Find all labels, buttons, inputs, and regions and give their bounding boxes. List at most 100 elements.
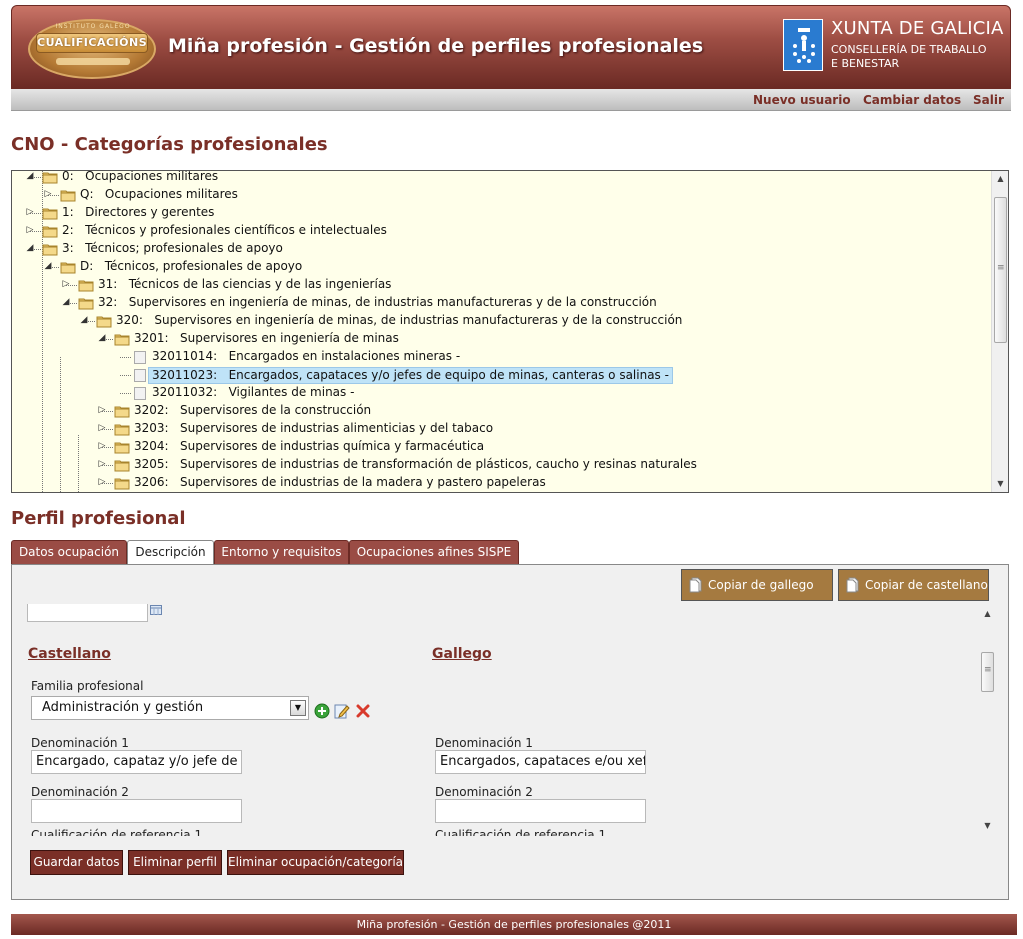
expand-arrow-icon[interactable]: ▷ [96,424,108,433]
new-user-link[interactable]: Nuevo usuario [753,93,851,107]
form-scrollbar[interactable]: ▲ ▼ [979,604,996,836]
delete-icon[interactable] [355,703,371,719]
tree-folder-item[interactable]: ◢ 3201: Supervisores en ingeniería de min… [99,330,399,348]
tab-descripcion[interactable]: Descripción [127,540,214,565]
scroll-up-arrow-icon[interactable]: ▲ [992,171,1008,187]
date-field[interactable] [27,604,148,622]
tree-folder-item[interactable]: ▷ 3202: Supervisores de la construcción [99,402,371,420]
galicia-emblem-icon [783,19,823,71]
tree-item-label: 32011014: Encargados en instalaciones mi… [152,349,461,363]
delete-occupation-button[interactable]: Eliminar ocupación/categoría [227,850,404,875]
tree-leaf-item[interactable]: 32011014: Encargados en instalaciones mi… [132,348,460,366]
expand-arrow-icon[interactable]: ▷ [96,442,108,451]
calendar-icon[interactable] [150,605,162,615]
denom2-gl-label: Denominación 2 [435,785,533,799]
denom1-gl-input[interactable]: Encargados, capataces e/ou xefes de equi… [435,750,646,774]
tree-folder-item[interactable]: ◢ 32: Supervisores en ingeniería de minas… [63,294,657,312]
expand-arrow-icon[interactable]: ▷ [60,280,72,289]
folder-icon [60,259,76,274]
tree-folder-item[interactable]: ▷ 3206: Supervisores de industrias de la … [99,474,546,492]
form-scroll-thumb[interactable] [981,652,994,692]
folder-icon [114,439,130,454]
expand-arrow-icon[interactable]: ▷ [96,460,108,469]
tree-folder-item[interactable]: ◢ 3: Técnicos; profesionales de apoyo [27,240,283,258]
tree-item-label: 31: Técnicos de las ciencias y de las in… [98,277,392,291]
collapse-arrow-icon[interactable]: ◢ [78,316,90,325]
collapse-arrow-icon[interactable]: ◢ [96,334,108,343]
change-data-link[interactable]: Cambiar datos [863,93,961,107]
document-icon [132,368,148,382]
tree-item-label: 32011023: Encargados, capataces y/o jefe… [148,367,673,384]
folder-icon [42,171,58,184]
tree-item-label: 1: Directores y gerentes [62,205,215,219]
tree-item-label: 320: Supervisores en ingeniería de minas… [116,313,683,327]
tree-leaf-item[interactable]: 32011023: Encargados, capataces y/o jefe… [132,366,673,384]
family-select-value: Administración y gestión [42,700,204,715]
scroll-down-arrow-icon[interactable]: ▼ [992,476,1008,492]
expand-arrow-icon[interactable]: ▷ [96,478,108,487]
footer: Miña profesión - Gestión de perfiles pro… [11,914,1017,935]
scroll-down-arrow-icon[interactable]: ▼ [979,818,996,834]
tree-leaf-item[interactable]: 32011032: Vigilantes de minas - [132,384,354,402]
tree-folder-item[interactable]: ▷ Q: Ocupaciones militares [45,186,238,204]
expand-arrow-icon[interactable]: ▷ [42,190,54,199]
denom1-es-input[interactable]: Encargado, capataz y/o jefe de equipo de… [31,750,242,774]
description-form: Castellano Gallego Familia profesional A… [26,604,996,836]
tree-item-label: 3203: Supervisores de industrias aliment… [134,421,494,435]
tab-ocupaciones-afines[interactable]: Ocupaciones afines SISPE [349,540,519,564]
qual-gl-label: Cualificación de referencia 1 [435,828,607,836]
xunta-logo: XUNTA DE GALICIA CONSELLERÍA DE TRABALLO… [780,18,1006,73]
top-nav: Nuevo usuario Cambiar datos Salir [11,89,1011,111]
expand-arrow-icon[interactable]: ▷ [96,406,108,415]
copy-from-spanish-button[interactable]: Copiar de castellano [838,569,989,601]
cno-tree[interactable]: ◢ 0: Ocupaciones militares ▷ Q: Ocupaciones… [11,170,1009,493]
gallego-title: Gallego [432,646,492,662]
tab-datos-ocupacion[interactable]: Datos ocupación [11,540,127,564]
tree-folder-item[interactable]: ◢ 0: Ocupaciones militares [27,170,219,186]
collapse-arrow-icon[interactable]: ◢ [24,244,36,253]
denom1-gl-label: Denominación 1 [435,736,533,750]
scroll-up-arrow-icon[interactable]: ▲ [979,606,996,622]
family-select[interactable]: Administración y gestión ▼ [31,696,309,720]
tree-folder-item[interactable]: ▷ 1: Directores y gerentes [27,204,215,222]
family-label: Familia profesional [31,679,144,693]
tree-item-label: 32011032: Vigilantes de minas - [152,385,355,399]
scroll-thumb[interactable] [994,197,1007,343]
copy-from-spanish-label: Copiar de castellano [865,578,988,592]
tree-item-label: Q: Ocupaciones militares [80,187,238,201]
exit-link[interactable]: Salir [973,93,1004,107]
save-button[interactable]: Guardar datos [30,850,123,875]
tree-folder-item[interactable]: ◢ 320: Supervisores en ingeniería de mina… [81,312,683,330]
add-icon[interactable] [314,703,330,719]
tree-item-label: 0: Ocupaciones militares [62,170,219,183]
tree-folder-item[interactable]: ▷ 2: Técnicos y profesionales científicos… [27,222,387,240]
collapse-arrow-icon[interactable]: ◢ [42,262,54,271]
tree-folder-item[interactable]: ◢ D: Técnicos, profesionales de apoyo [45,258,303,276]
tree-item-label: D: Técnicos, profesionales de apoyo [80,259,303,273]
folder-icon [114,457,130,472]
tree-folder-item[interactable]: ▷ 3203: Supervisores de industrias alimen… [99,420,494,438]
tab-entorno-requisitos[interactable]: Entorno y requisitos [214,540,349,564]
folder-icon [96,313,112,328]
tree-folder-item[interactable]: ▷ 31: Técnicos de las ciencias y de las i… [63,276,392,294]
denom2-es-input[interactable] [31,799,242,823]
tree-scrollbar[interactable]: ▲ ▼ [991,171,1008,492]
expand-arrow-icon[interactable]: ▷ [24,208,36,217]
folder-icon [114,331,130,346]
collapse-arrow-icon[interactable]: ◢ [24,172,36,181]
expand-arrow-icon[interactable]: ▷ [24,226,36,235]
folder-icon [78,277,94,292]
copy-from-galician-button[interactable]: Copiar de gallego [681,569,833,601]
org-name: XUNTA DE GALICIA [831,18,1004,39]
delete-profile-button[interactable]: Eliminar perfil [128,850,222,875]
tree-folder-item[interactable]: ▷ 3205: Supervisores de industrias de tra… [99,456,697,474]
chevron-down-icon[interactable]: ▼ [290,700,306,716]
folder-icon [42,223,58,238]
qual-es-label: Cualificación de referencia 1 [31,828,203,836]
profile-heading: Perfil profesional [11,508,186,529]
denom2-gl-input[interactable] [435,799,646,823]
tree-folder-item[interactable]: ▷ 3204: Supervisores de industrias químic… [99,438,484,456]
collapse-arrow-icon[interactable]: ◢ [60,298,72,307]
folder-icon [78,295,94,310]
edit-icon[interactable] [334,703,350,719]
